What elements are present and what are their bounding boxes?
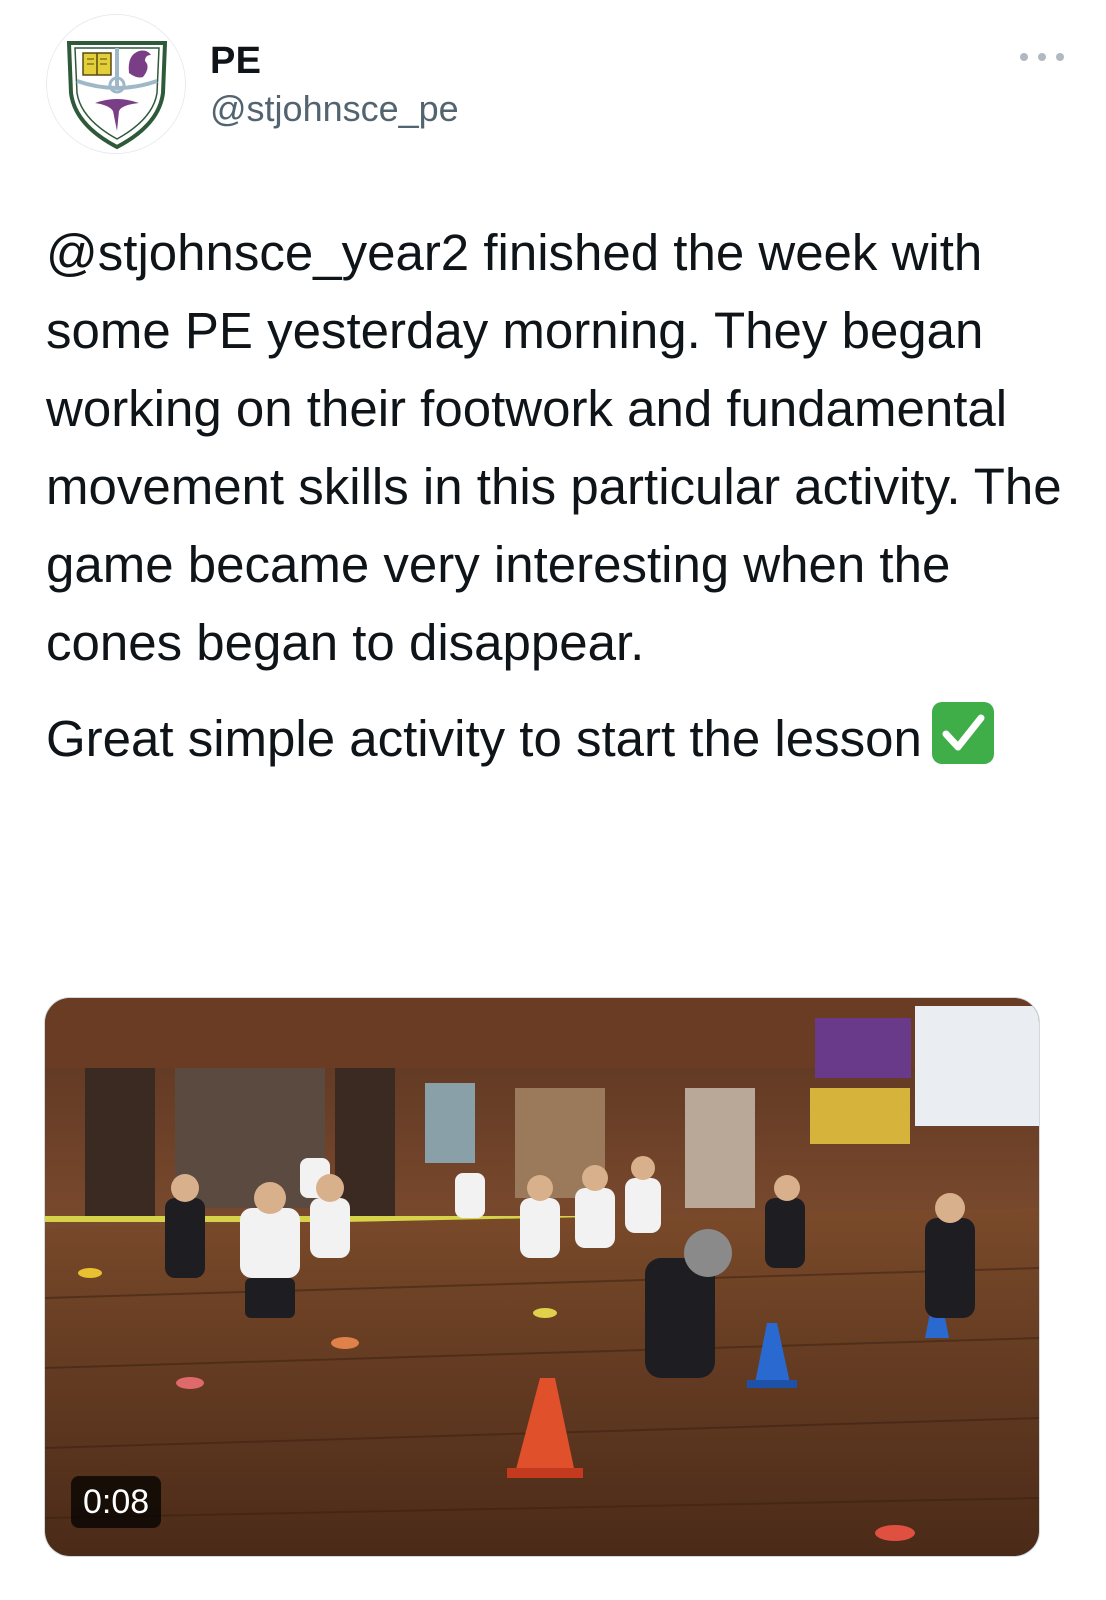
video-duration-badge: 0:08 (71, 1476, 162, 1528)
tweet-body: @stjohnsce_year2 finished the week with … (46, 214, 1076, 778)
tweet-text: finished the week with some PE yesterday… (46, 224, 1062, 671)
tweet-paragraph: @stjohnsce_year2 finished the week with … (46, 214, 1076, 682)
video-thumbnail (45, 998, 1039, 1556)
more-options-button[interactable] (1020, 44, 1064, 70)
tweet-text: Great simple activity to start the lesso… (46, 710, 922, 767)
video-player[interactable]: 0:08 (44, 997, 1040, 1557)
tweet-header: PE @stjohnsce_pe (46, 14, 1066, 159)
mention-link[interactable]: @stjohnsce_year2 (46, 224, 469, 281)
more-horizontal-icon-dot (1056, 53, 1064, 61)
avatar[interactable] (46, 14, 186, 154)
tweet-paragraph: Great simple activity to start the lesso… (46, 700, 1076, 778)
more-horizontal-icon (1020, 53, 1028, 61)
school-crest-icon (47, 15, 185, 153)
check-mark-button-icon (931, 702, 994, 764)
more-horizontal-icon-dot (1038, 53, 1046, 61)
user-handle[interactable]: @stjohnsce_pe (210, 88, 459, 130)
display-name[interactable]: PE (210, 40, 261, 83)
